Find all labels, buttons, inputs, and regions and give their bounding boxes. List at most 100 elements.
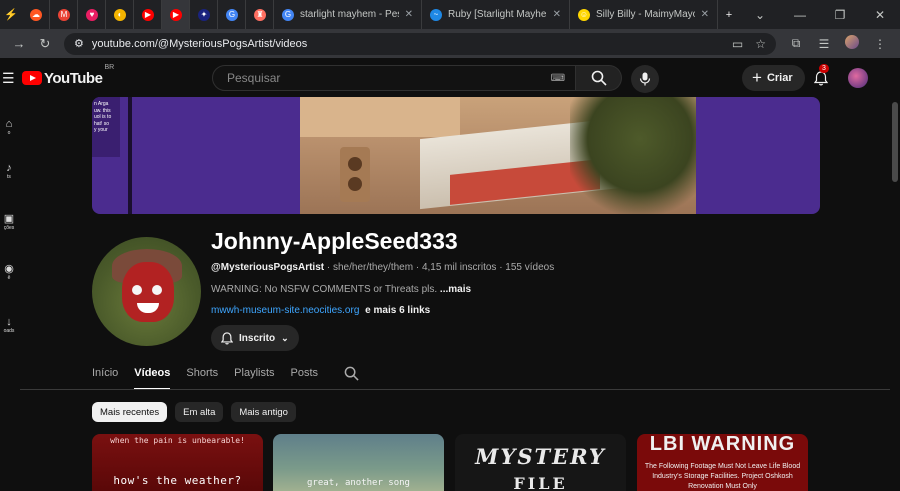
sort-chip[interactable]: Mais recentes <box>92 402 168 422</box>
video-count: 155 vídeos <box>505 262 555 273</box>
tab-playlists[interactable]: Playlists <box>234 360 274 390</box>
channel-search-button[interactable] <box>344 360 359 390</box>
subscribed-label: Inscrito <box>239 332 276 344</box>
tab-title: starlight mayhem - Pesquis <box>300 9 399 20</box>
sidebar-item-label: ê <box>7 275 11 281</box>
hamburger-menu-icon[interactable]: ☰ <box>2 70 20 87</box>
tab-favicon-icon: ♜ <box>254 8 266 21</box>
subscriber-count: 4,15 mil inscritos <box>421 262 497 273</box>
sidebar-item[interactable]: ♪ ts <box>0 162 18 180</box>
browser-tab[interactable]: M <box>50 0 78 29</box>
account-avatar[interactable] <box>848 68 868 88</box>
video-thumbnail[interactable]: LBI WARNING The Following Footage Must N… <box>637 434 808 491</box>
browser-menu-icon[interactable]: ⚡ <box>0 0 22 29</box>
sidebar-item[interactable]: ↓ oads <box>0 316 18 334</box>
description-more-link[interactable]: ...mais <box>440 284 471 295</box>
tab-strip: ☁M♥◐▶▶✦G♜Gstarlight mayhem - Pesquis✕~Ru… <box>22 0 718 29</box>
search-placeholder: Pesquisar <box>227 71 281 85</box>
youtube-logo[interactable]: YouTube BR <box>22 64 114 87</box>
new-tab-button[interactable]: + <box>718 0 740 29</box>
sidebar-item[interactable]: ▣ ções <box>0 212 18 231</box>
channel-handle: @MysteriousPogsArtist <box>211 262 325 273</box>
forward-icon[interactable]: → <box>6 36 32 51</box>
bell-icon <box>221 331 233 345</box>
profile-avatar[interactable] <box>838 35 866 52</box>
thumbnail-caption: great, another song <box>307 478 410 488</box>
sidebar-item-label: oads <box>3 328 15 334</box>
address-bar-row: → ↻ ⚙ youtube.com/@MysteriousPogsArtist/… <box>0 29 900 58</box>
tab-favicon-icon: ▶ <box>142 8 154 21</box>
browser-tab[interactable]: ▶ <box>134 0 162 29</box>
browser-tab[interactable]: ▶ <box>162 0 190 29</box>
video-thumbnail[interactable]: when the pain is unbearable! how's the w… <box>92 434 263 491</box>
thumbnail-caption: FILE <box>513 474 568 491</box>
tab-vídeos[interactable]: Vídeos <box>134 360 171 390</box>
subscribed-button[interactable]: Inscrito ⌄ <box>211 325 299 351</box>
sidebar-item[interactable]: ⌂ o <box>0 118 18 136</box>
tab-início[interactable]: Início <box>92 360 118 390</box>
sort-chip[interactable]: Mais antigo <box>231 402 296 422</box>
bookmark-star-icon[interactable]: ☆ <box>755 37 766 51</box>
sidebar-item-label: ts <box>7 174 11 180</box>
channel-name: Johnny-AppleSeed333 <box>211 228 458 254</box>
tab-posts[interactable]: Posts <box>291 360 319 390</box>
keyboard-icon[interactable]: ⌨ <box>551 73 565 84</box>
tab-shorts[interactable]: Shorts <box>186 360 218 390</box>
search-input[interactable]: Pesquisar ⌨ <box>212 65 576 91</box>
browser-tab[interactable]: ~ Ruby [Starlight Mayhem] Al✕ <box>422 0 570 29</box>
notifications-button[interactable]: 3 <box>810 64 832 89</box>
browser-tab[interactable]: ☁ <box>22 0 50 29</box>
voice-search-button[interactable] <box>631 65 659 93</box>
video-thumbnail[interactable]: great, another song <box>273 434 444 491</box>
chevron-down-icon: ⌄ <box>281 332 289 343</box>
cast-icon[interactable]: ▭ <box>732 37 743 51</box>
reload-icon[interactable]: ↻ <box>32 36 58 52</box>
site-info-icon[interactable]: ⚙ <box>74 37 84 50</box>
minimize-icon[interactable]: — <box>780 8 820 22</box>
create-button[interactable]: + Criar <box>742 65 805 91</box>
logo-text: YouTube <box>44 69 103 87</box>
sort-chip[interactable]: Em alta <box>175 402 224 422</box>
channel-banner: n Arga uw. this uol is to hat! so y your <box>92 97 820 214</box>
sidebar-item-icon: ▣ <box>3 213 15 225</box>
address-bar[interactable]: ⚙ youtube.com/@MysteriousPogsArtist/vide… <box>64 32 776 55</box>
browser-tab[interactable]: ✦ <box>190 0 218 29</box>
tab-favicon-icon: G <box>226 8 238 21</box>
tab-favicon-icon: ◐ <box>114 8 126 21</box>
microphone-icon <box>639 72 651 86</box>
close-tab-icon[interactable]: ✕ <box>399 9 413 20</box>
browser-menu-dots-icon[interactable]: ⋮ <box>866 37 894 51</box>
restore-icon[interactable]: ❐ <box>820 8 860 22</box>
browser-tab[interactable]: ♜ <box>246 0 274 29</box>
search-bar: Pesquisar ⌨ <box>212 65 622 91</box>
extensions-icon[interactable]: ⧉ <box>782 36 810 51</box>
sidebar-item-icon: ↓ <box>6 316 12 328</box>
video-thumbnail[interactable]: MYSTERY FILE <box>455 434 626 491</box>
media-control-icon[interactable]: ☰ <box>810 37 838 51</box>
close-window-icon[interactable]: ✕ <box>860 8 900 22</box>
search-button[interactable] <box>576 65 622 91</box>
tab-favicon-icon: ♥ <box>86 8 98 21</box>
channel-link[interactable]: mwwh-museum-site.neocities.org <box>211 305 359 316</box>
browser-tab-bar: ⚡ ☁M♥◐▶▶✦G♜Gstarlight mayhem - Pesquis✕~… <box>0 0 900 29</box>
page-scrollbar[interactable] <box>890 98 900 491</box>
browser-tab[interactable]: ◐ <box>106 0 134 29</box>
sort-chips: Mais recentes Em alta Mais antigo <box>92 402 296 422</box>
thumbnail-title: MYSTERY <box>475 444 606 469</box>
tab-title: Ruby [Starlight Mayhem] Al <box>448 9 547 20</box>
close-tab-icon[interactable]: ✕ <box>695 9 709 20</box>
tab-favicon-icon: ☺ <box>578 8 590 21</box>
browser-tab[interactable]: Gstarlight mayhem - Pesquis✕ <box>274 0 422 29</box>
browser-tab[interactable]: ♥ <box>78 0 106 29</box>
notification-count-badge: 3 <box>819 64 829 73</box>
banner-text-panel: n Arga uw. this uol is to hat! so y your <box>92 97 120 157</box>
browser-tab[interactable]: ☺ Silly Billy - MaimyMayo - Li✕ <box>570 0 718 29</box>
browser-tab[interactable]: G <box>218 0 246 29</box>
description-text: WARNING: No NSFW COMMENTS or Threats pls… <box>211 284 438 295</box>
close-tab-icon[interactable]: ✕ <box>547 9 561 20</box>
more-links[interactable]: e mais 6 links <box>365 305 430 316</box>
channel-description[interactable]: WARNING: No NSFW COMMENTS or Threats pls… <box>211 284 471 295</box>
tab-favicon-icon: G <box>282 8 294 21</box>
tab-search-icon[interactable]: ⌄ <box>740 8 780 22</box>
sidebar-item[interactable]: ◉ ê <box>0 262 18 281</box>
